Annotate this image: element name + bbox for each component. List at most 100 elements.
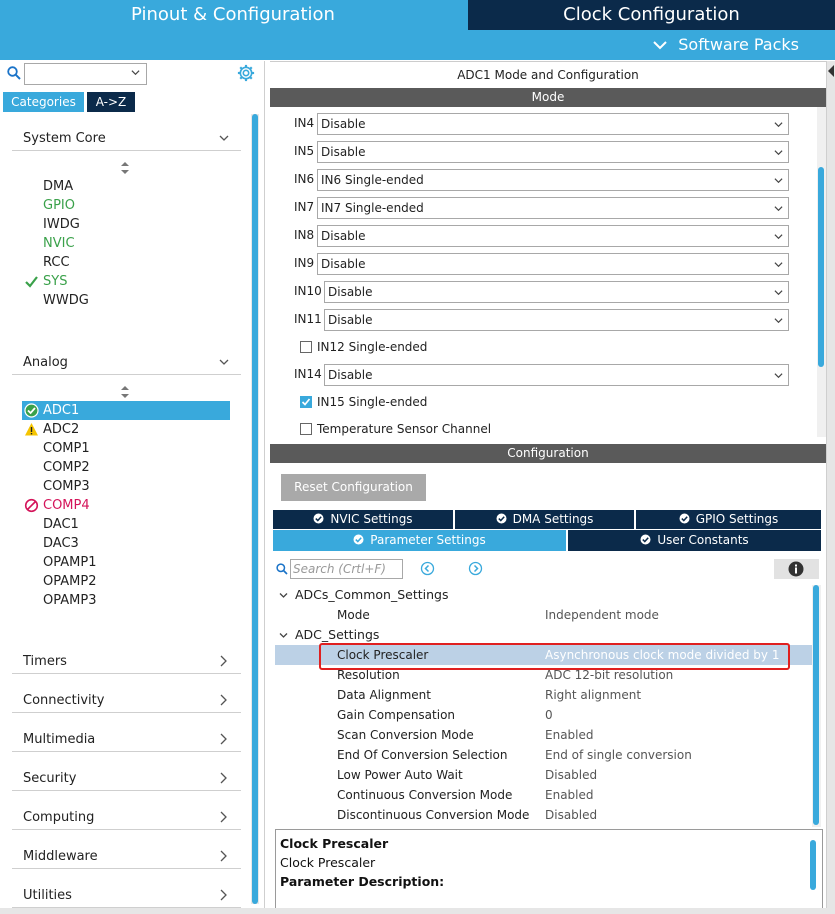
sort-icon[interactable]: [120, 386, 130, 398]
sidebar-item-comp1[interactable]: COMP1: [22, 439, 230, 458]
mode-section-header[interactable]: Mode: [270, 88, 826, 107]
table-row[interactable]: Continuous Conversion Mode Enabled: [275, 785, 812, 805]
gear-icon[interactable]: [237, 64, 255, 82]
sidebar-item-label: COMP2: [43, 460, 90, 475]
reset-configuration-button[interactable]: Reset Configuration: [281, 474, 426, 501]
arrow-right-circle-icon[interactable]: [468, 561, 483, 576]
channel-select-in7[interactable]: IN7 Single-ended: [317, 197, 789, 219]
sidebar-item-label: COMP4: [43, 498, 90, 513]
group-analog[interactable]: Analog: [12, 351, 241, 375]
select-value: Disable: [321, 145, 366, 159]
sidebar-item-wwdg[interactable]: WWDG: [22, 291, 230, 310]
info-button[interactable]: [774, 559, 819, 579]
scrollbar-thumb[interactable]: [818, 167, 824, 367]
search-icon: [7, 66, 21, 80]
sidebar-item-opamp3[interactable]: OPAMP3: [22, 591, 230, 610]
description-scrollbar[interactable]: [810, 840, 816, 890]
sidebar-search-input[interactable]: [24, 63, 147, 85]
mode-area: IN4 Disable IN5 Disable IN6 IN6 Single-e…: [270, 107, 826, 437]
right-edge-splitter[interactable]: [826, 61, 835, 914]
group-label: Computing: [23, 810, 95, 825]
software-packs-menu[interactable]: Software Packs: [653, 35, 799, 55]
sidebar-item-label: COMP1: [43, 441, 90, 456]
sort-icon[interactable]: [120, 162, 130, 174]
sidebar-item-opamp1[interactable]: OPAMP1: [22, 553, 230, 572]
group-label: Analog: [23, 355, 68, 370]
configuration-section-header[interactable]: Configuration: [270, 444, 826, 463]
table-row[interactable]: Data Alignment Right alignment: [275, 685, 812, 705]
tab-a-to-z[interactable]: A->Z: [87, 92, 135, 112]
chevron-down-icon: [774, 318, 783, 324]
sidebar-item-dma[interactable]: DMA: [22, 177, 230, 196]
group-computing[interactable]: Computing: [12, 804, 241, 830]
table-row[interactable]: End Of Conversion Selection End of singl…: [275, 745, 812, 765]
sidebar-item-comp2[interactable]: COMP2: [22, 458, 230, 477]
mode-scrollbar[interactable]: [817, 107, 826, 437]
sidebar-item-sys[interactable]: SYS: [22, 272, 230, 291]
checkbox-box-checked[interactable]: [300, 396, 312, 408]
table-row[interactable]: Low Power Auto Wait Disabled: [275, 765, 812, 785]
tab-parameter-settings[interactable]: Parameter Settings: [273, 530, 566, 551]
scrollbar-thumb[interactable]: [252, 114, 258, 904]
channel-label: IN11: [294, 312, 322, 326]
sidebar-item-comp3[interactable]: COMP3: [22, 477, 230, 496]
tab-pinout-configuration[interactable]: Pinout & Configuration: [0, 0, 466, 30]
sidebar-item-nvic[interactable]: NVIC: [22, 234, 230, 253]
table-row[interactable]: Scan Conversion Mode Enabled: [275, 725, 812, 745]
channel-select-in5[interactable]: Disable: [317, 141, 789, 163]
parameter-search-input[interactable]: Search (Crtl+F): [290, 559, 403, 579]
channel-select-in10[interactable]: Disable: [324, 281, 789, 303]
sidebar-item-label: OPAMP1: [43, 555, 97, 570]
sidebar-item-adc1[interactable]: ADC1: [22, 401, 230, 420]
sidebar-item-opamp2[interactable]: OPAMP2: [22, 572, 230, 591]
table-row[interactable]: Gain Compensation 0: [275, 705, 812, 725]
chevron-down-icon: [774, 234, 783, 240]
arrow-left-circle-icon[interactable]: [420, 561, 435, 576]
sidebar-scrollbar[interactable]: [251, 114, 259, 904]
sidebar-item-dac3[interactable]: DAC3: [22, 534, 230, 553]
table-row[interactable]: Discontinuous Conversion Mode Disabled: [275, 805, 812, 825]
check-circle-icon: [313, 513, 324, 524]
scrollbar-thumb[interactable]: [813, 585, 819, 825]
group-connectivity[interactable]: Connectivity: [12, 687, 241, 713]
parameter-description: Clock Prescaler Clock Prescaler Paramete…: [275, 829, 823, 909]
tab-clock-configuration[interactable]: Clock Configuration: [468, 0, 835, 30]
channel-select-in8[interactable]: Disable: [317, 225, 789, 247]
tab-dma-settings[interactable]: DMA Settings: [455, 510, 634, 529]
channel-select-in4[interactable]: Disable: [317, 113, 789, 135]
chevron-down-icon: [279, 593, 288, 598]
sidebar-item-comp4[interactable]: COMP4: [22, 496, 230, 515]
group-timers[interactable]: Timers: [12, 648, 241, 674]
sidebar-item-rcc[interactable]: RCC: [22, 253, 230, 272]
group-utilities[interactable]: Utilities: [12, 882, 241, 908]
tree-group-adc-settings[interactable]: ADC_Settings: [275, 625, 812, 645]
sidebar-item-adc2[interactable]: ADC2: [22, 420, 230, 439]
checkmark-icon: [25, 276, 38, 288]
table-row[interactable]: Mode Independent mode: [275, 605, 812, 625]
channel-select-in9[interactable]: Disable: [317, 253, 789, 275]
group-middleware[interactable]: Middleware: [12, 843, 241, 869]
channel-select-in6[interactable]: IN6 Single-ended: [317, 169, 789, 191]
checkbox-label: IN15 Single-ended: [317, 395, 428, 409]
channel-select-in14[interactable]: Disable: [324, 364, 789, 386]
channel-row-in10: IN10 Disable: [270, 281, 810, 303]
checkbox-box[interactable]: [300, 423, 312, 435]
tab-user-constants[interactable]: User Constants: [568, 530, 821, 551]
tree-group-adcs-common-settings[interactable]: ADCs_Common_Settings: [275, 585, 812, 605]
group-security[interactable]: Security: [12, 765, 241, 791]
sidebar-item-iwdg[interactable]: IWDG: [22, 215, 230, 234]
collapse-left-icon[interactable]: [828, 65, 835, 89]
sidebar-item-label: IWDG: [43, 217, 80, 232]
checkbox-box[interactable]: [300, 341, 312, 353]
group-system-core[interactable]: System Core: [12, 127, 241, 151]
tab-nvic-settings[interactable]: NVIC Settings: [273, 510, 453, 529]
parameter-scrollbar[interactable]: [812, 585, 821, 827]
sidebar-item-gpio[interactable]: GPIO: [22, 196, 230, 215]
group-multimedia[interactable]: Multimedia: [12, 726, 241, 752]
sidebar-item-dac1[interactable]: DAC1: [22, 515, 230, 534]
tab-categories[interactable]: Categories: [3, 92, 84, 112]
tab-gpio-settings[interactable]: GPIO Settings: [636, 510, 821, 529]
category-list: System Core DMA GPIO IWDG NVIC RCC SYS W…: [0, 114, 250, 914]
description-subtitle: Clock Prescaler: [280, 855, 376, 870]
channel-select-in11[interactable]: Disable: [324, 309, 789, 331]
